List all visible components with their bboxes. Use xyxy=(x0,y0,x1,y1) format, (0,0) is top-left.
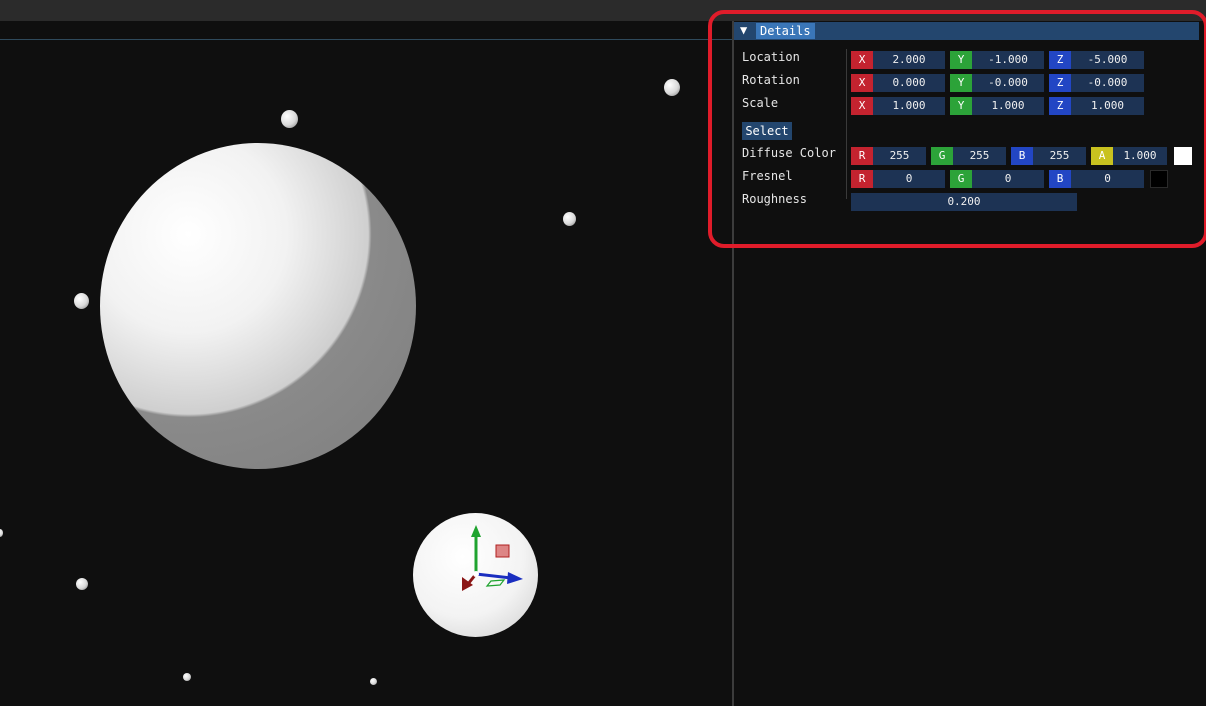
location-label: Location xyxy=(742,50,800,64)
location-z-field[interactable]: Z -5.000 xyxy=(1049,51,1144,69)
a-channel-tag: A xyxy=(1091,147,1113,165)
small-sphere[interactable] xyxy=(76,578,88,590)
small-sphere[interactable] xyxy=(563,212,576,226)
top-toolbar xyxy=(0,0,1206,21)
column-separator xyxy=(846,49,847,199)
fresnel-b-field[interactable]: B 0 xyxy=(1049,170,1144,188)
large-sphere[interactable] xyxy=(100,143,416,469)
scale-z-field[interactable]: Z 1.000 xyxy=(1049,97,1144,115)
r-channel-tag: R xyxy=(851,147,873,165)
diffuse-color-swatch[interactable] xyxy=(1174,147,1192,165)
z-axis-tag: Z xyxy=(1049,51,1071,69)
details-panel: ▼ Details Location X 2.000 Y -1.000 Z -5… xyxy=(734,21,1199,216)
collapse-arrow-icon[interactable]: ▼ xyxy=(740,23,747,37)
y-axis-tag: Y xyxy=(950,97,972,115)
gizmo-xz-plane[interactable] xyxy=(485,579,506,587)
roughness-value[interactable]: 0.200 xyxy=(851,193,1077,211)
fresnel-r-value[interactable]: 0 xyxy=(873,170,945,188)
diffuse-g-value[interactable]: 255 xyxy=(953,147,1006,165)
g-channel-tag: G xyxy=(950,170,972,188)
scene-viewport[interactable] xyxy=(0,21,732,706)
diffuse-a-value[interactable]: 1.000 xyxy=(1113,147,1167,165)
scale-x-value[interactable]: 1.000 xyxy=(873,97,945,115)
fresnel-label: Fresnel xyxy=(742,169,793,183)
b-channel-tag: B xyxy=(1011,147,1033,165)
gizmo-z-axis[interactable] xyxy=(475,572,512,580)
small-sphere[interactable] xyxy=(183,673,191,681)
x-axis-tag: X xyxy=(851,74,873,92)
details-title: Details xyxy=(756,23,815,39)
small-sphere[interactable] xyxy=(370,678,377,685)
fresnel-g-field[interactable]: G 0 xyxy=(950,170,1044,188)
z-axis-tag: Z xyxy=(1049,97,1071,115)
small-sphere[interactable] xyxy=(664,79,680,96)
location-y-field[interactable]: Y -1.000 xyxy=(950,51,1044,69)
scale-label: Scale xyxy=(742,96,779,110)
g-channel-tag: G xyxy=(931,147,953,165)
viewport-border xyxy=(0,39,732,40)
rotation-label: Rotation xyxy=(742,73,800,87)
gizmo-z-arrowhead[interactable] xyxy=(507,572,523,584)
location-x-value[interactable]: 2.000 xyxy=(873,51,945,69)
small-sphere[interactable] xyxy=(281,110,298,128)
rotation-z-value[interactable]: -0.000 xyxy=(1071,74,1144,92)
x-axis-tag: X xyxy=(851,51,873,69)
rotation-y-value[interactable]: -0.000 xyxy=(972,74,1044,92)
gizmo-yz-plane[interactable] xyxy=(495,544,510,558)
y-axis-tag: Y xyxy=(950,74,972,92)
scale-x-field[interactable]: X 1.000 xyxy=(851,97,945,115)
x-axis-tag: X xyxy=(851,97,873,115)
diffuse-color-label: Diffuse Color xyxy=(742,146,836,160)
transform-gizmo[interactable] xyxy=(455,521,535,621)
small-sphere[interactable] xyxy=(74,293,89,309)
y-axis-tag: Y xyxy=(950,51,972,69)
rotation-x-field[interactable]: X 0.000 xyxy=(851,74,945,92)
rotation-x-value[interactable]: 0.000 xyxy=(873,74,945,92)
scale-y-field[interactable]: Y 1.000 xyxy=(950,97,1044,115)
gizmo-center[interactable] xyxy=(473,571,479,577)
diffuse-g-field[interactable]: G 255 xyxy=(931,147,1006,165)
small-sphere[interactable] xyxy=(0,529,3,537)
location-x-field[interactable]: X 2.000 xyxy=(851,51,945,69)
scale-y-value[interactable]: 1.000 xyxy=(972,97,1044,115)
roughness-slider[interactable]: 0.200 xyxy=(851,193,1077,211)
location-z-value[interactable]: -5.000 xyxy=(1071,51,1144,69)
scale-z-value[interactable]: 1.000 xyxy=(1071,97,1144,115)
rotation-y-field[interactable]: Y -0.000 xyxy=(950,74,1044,92)
z-axis-tag: Z xyxy=(1049,74,1071,92)
diffuse-r-value[interactable]: 255 xyxy=(873,147,926,165)
diffuse-b-value[interactable]: 255 xyxy=(1033,147,1086,165)
fresnel-color-swatch[interactable] xyxy=(1150,170,1168,188)
rotation-z-field[interactable]: Z -0.000 xyxy=(1049,74,1144,92)
gizmo-y-arrowhead[interactable] xyxy=(471,525,481,537)
roughness-label: Roughness xyxy=(742,192,808,206)
diffuse-r-field[interactable]: R 255 xyxy=(851,147,926,165)
diffuse-a-field[interactable]: A 1.000 xyxy=(1091,147,1167,165)
fresnel-r-field[interactable]: R 0 xyxy=(851,170,945,188)
fresnel-g-value[interactable]: 0 xyxy=(972,170,1044,188)
r-channel-tag: R xyxy=(851,170,873,188)
details-header[interactable]: ▼ Details xyxy=(734,22,1199,40)
diffuse-b-field[interactable]: B 255 xyxy=(1011,147,1086,165)
b-channel-tag: B xyxy=(1049,170,1071,188)
location-y-value[interactable]: -1.000 xyxy=(972,51,1044,69)
select-button[interactable]: Select xyxy=(742,122,792,140)
fresnel-b-value[interactable]: 0 xyxy=(1071,170,1144,188)
